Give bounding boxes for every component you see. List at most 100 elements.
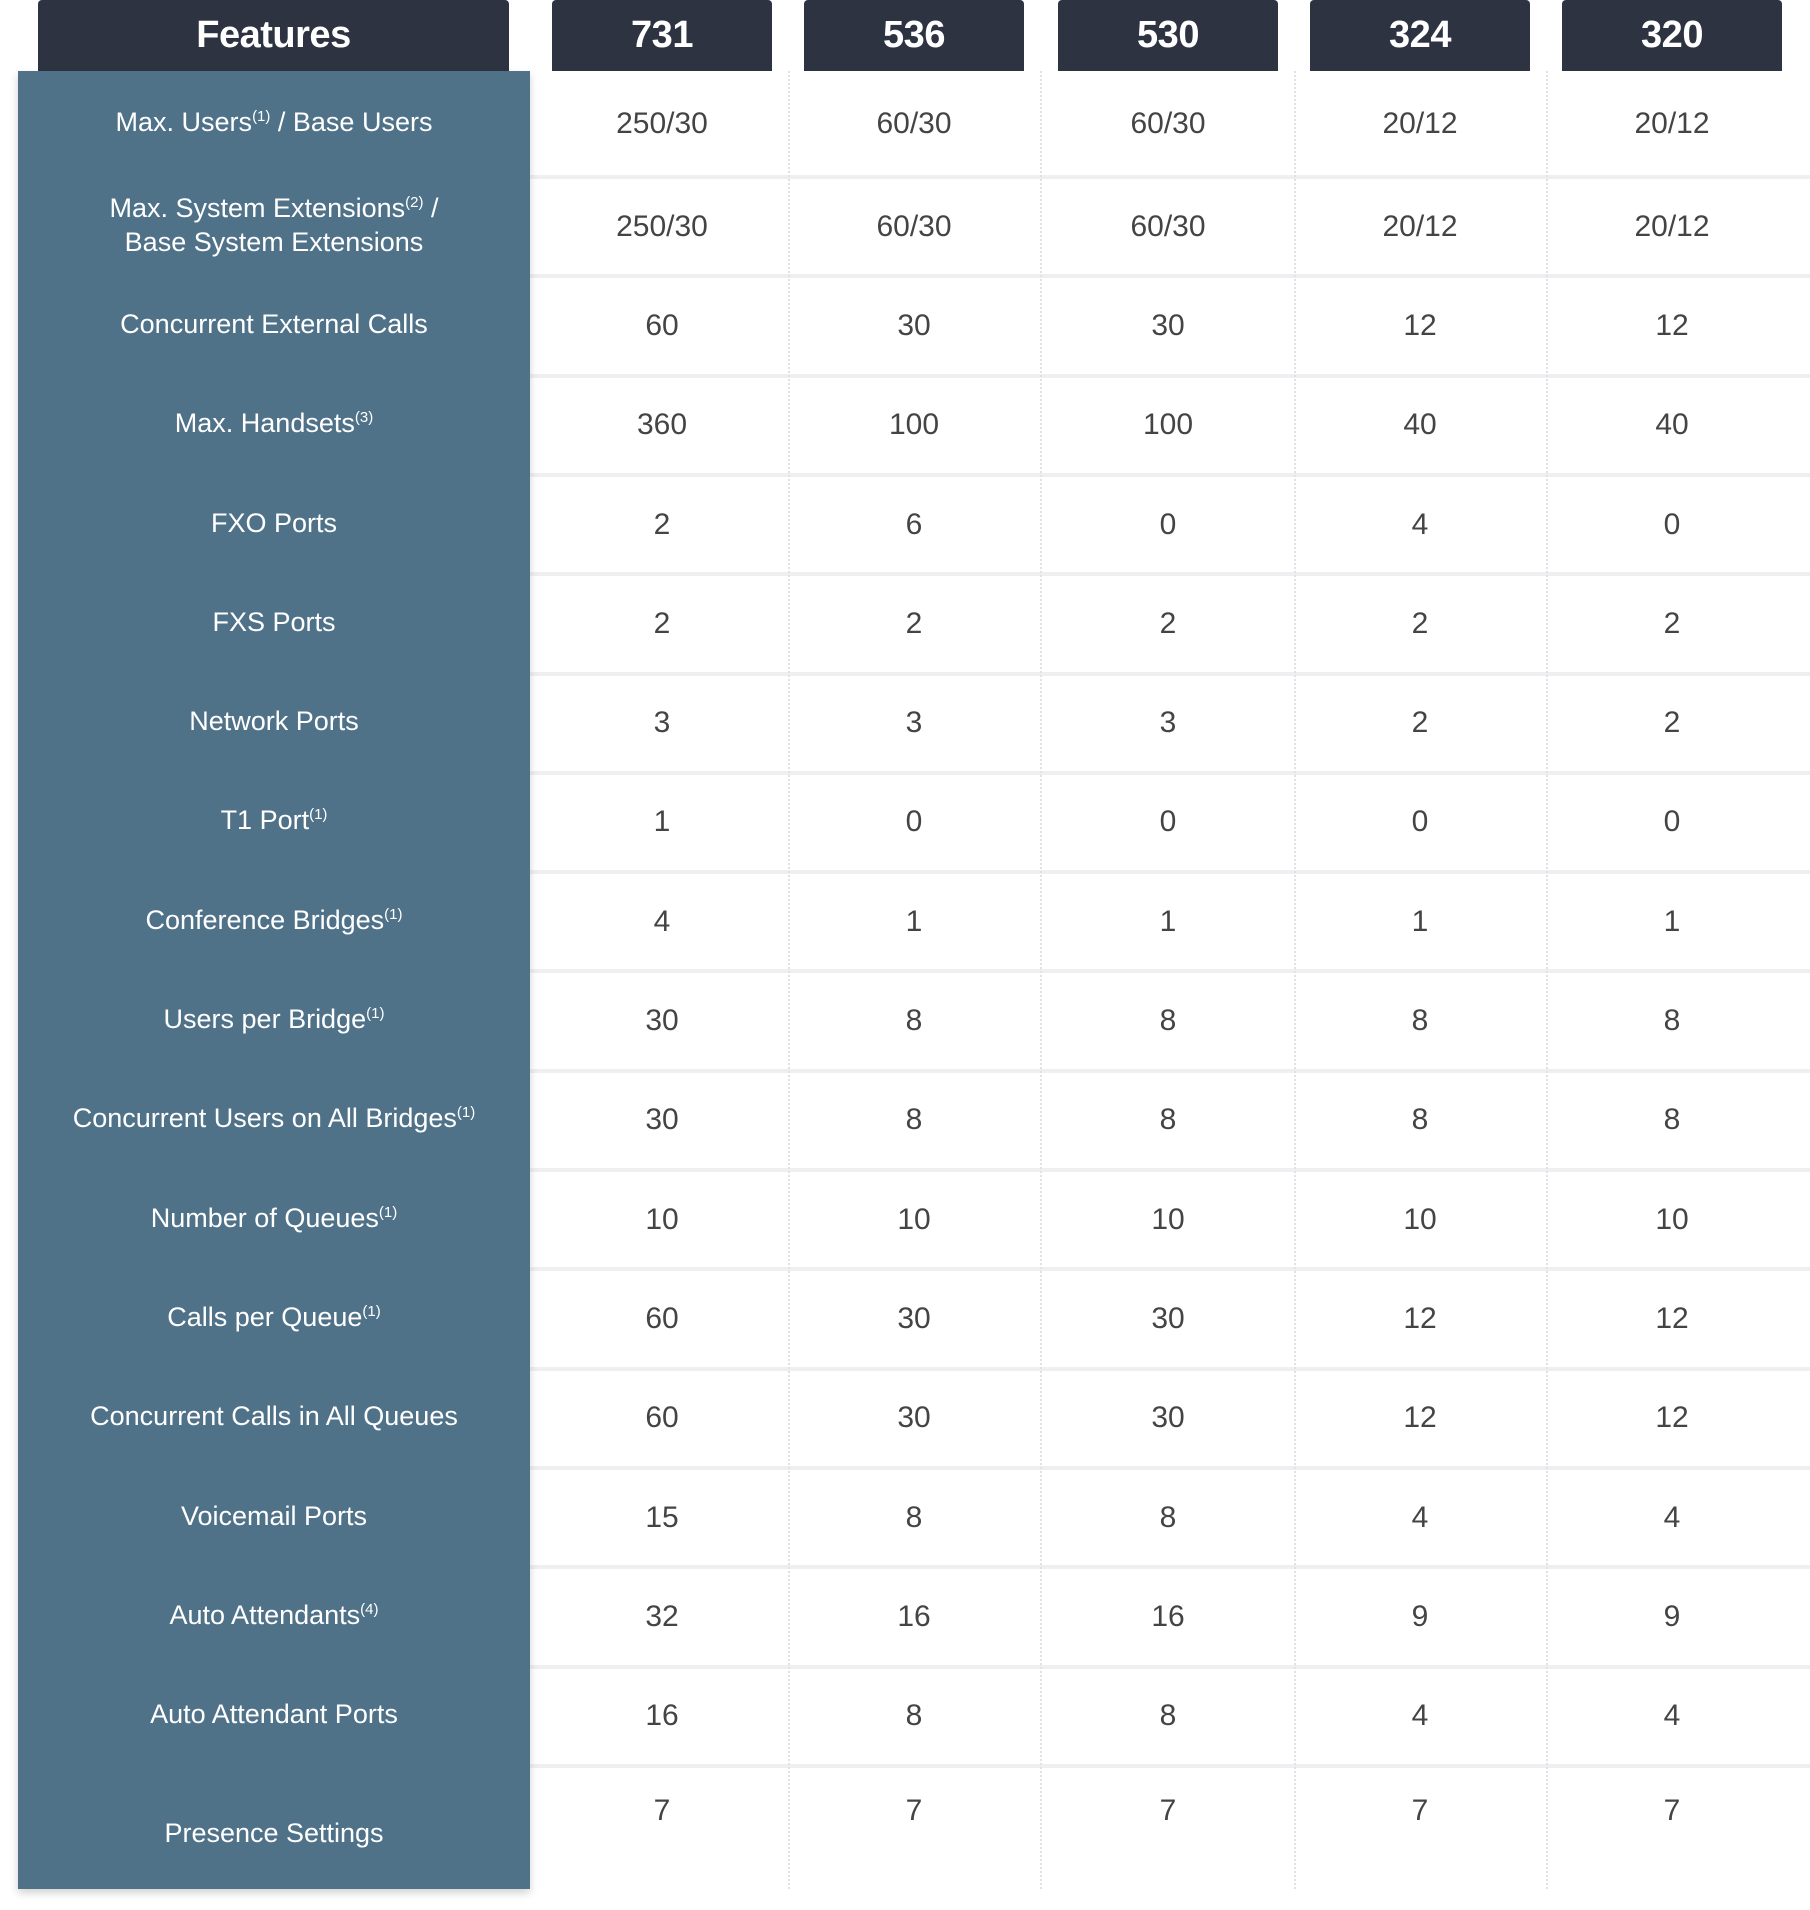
value-cell: 9 (1411, 1599, 1429, 1633)
value-cell: 250/30 (616, 209, 708, 243)
value-cell: 30 (897, 308, 931, 342)
value-cell: 3 (653, 706, 671, 740)
value-cell: 60/30 (876, 107, 952, 140)
feature-name: Conference Bridges (145, 904, 385, 935)
value-cell: 10 (1151, 1202, 1185, 1236)
value-cell: 30 (1151, 1401, 1185, 1435)
value-cell: 7 (1663, 1793, 1681, 1827)
value-cell: 12 (1655, 1401, 1689, 1435)
value-cell: 60/30 (876, 209, 952, 243)
value-cell: 16 (1151, 1599, 1185, 1633)
value-cell: 2 (905, 606, 923, 640)
value-cell: 30 (645, 1004, 679, 1038)
feature-label: Auto Attendants(4) (18, 1565, 530, 1664)
feature-name: Network Ports (189, 706, 359, 737)
feature-name-suffix: / Base Users (270, 107, 433, 137)
value-cell: 15 (645, 1500, 679, 1534)
value-cell: 4 (1411, 1500, 1429, 1534)
value-cell: 30 (645, 1103, 679, 1137)
value-cell: 2 (1663, 606, 1681, 640)
row-separator (530, 1168, 1810, 1172)
row-separator (530, 1366, 1810, 1371)
row-separator (530, 1565, 1810, 1570)
row-separator (530, 572, 1810, 577)
feature-name: Auto Attendant Ports (150, 1699, 398, 1730)
footnote-marker: (1) (456, 1104, 476, 1122)
value-cell: 60 (645, 1401, 679, 1435)
value-cell: 8 (1159, 1103, 1177, 1137)
value-cell: 1 (1411, 904, 1429, 938)
feature-name: T1 Port (220, 805, 310, 836)
feature-label: Concurrent External Calls (18, 274, 530, 373)
value-cell: 8 (905, 1500, 923, 1534)
value-cell: 0 (1663, 507, 1681, 541)
value-cell: 4 (1663, 1699, 1681, 1733)
value-cell: 8 (1159, 1699, 1177, 1733)
row-separator (530, 1068, 1810, 1073)
value-cell: 7 (905, 1793, 923, 1827)
value-cell: 100 (888, 408, 940, 442)
value-cell: 10 (645, 1202, 679, 1236)
value-cell: 0 (1159, 805, 1177, 839)
feature-panel: Max. Users(1) / Base Users Max. System Ex… (18, 71, 530, 1889)
value-cell: 12 (1403, 308, 1437, 342)
value-cell: 8 (905, 1699, 923, 1733)
feature-name: FXO Ports (210, 507, 338, 538)
row-separator (530, 1465, 1810, 1470)
value-cell: 7 (1159, 1793, 1177, 1827)
value-cell: 2 (1663, 706, 1681, 740)
header-model-731: 731 (552, 0, 772, 71)
feature-name: Concurrent External Calls (120, 308, 428, 339)
value-cell: 60 (645, 308, 679, 342)
value-cell: 32 (645, 1599, 679, 1633)
row-separator (530, 870, 1810, 875)
value-cell: 30 (897, 1401, 931, 1435)
row-separator (530, 472, 1810, 477)
value-cell: 250/30 (616, 107, 708, 140)
feature-label: Auto Attendant Ports (18, 1665, 530, 1764)
value-cell: 0 (1411, 805, 1429, 839)
header-features: Features (38, 0, 509, 71)
row-separator (530, 274, 1810, 279)
row-separator (530, 969, 1810, 974)
feature-name: Max. Users (115, 107, 253, 137)
value-cell: 2 (1159, 606, 1177, 640)
value-cell: 4 (1411, 507, 1429, 541)
row-separator (530, 770, 1810, 775)
value-cell: 60/30 (1130, 107, 1206, 140)
row-separator (530, 1763, 1810, 1768)
value-cell: 8 (1159, 1500, 1177, 1534)
value-cell: 4 (1411, 1699, 1429, 1733)
footnote-marker: (1) (252, 108, 271, 125)
feature-name: FXS Ports (212, 606, 336, 637)
feature-name: Voicemail Ports (180, 1500, 368, 1531)
feature-name: Calls per Queue (167, 1301, 363, 1332)
feature-name: Concurrent Calls in All Queues (90, 1401, 458, 1432)
value-cell: 3 (1159, 706, 1177, 740)
feature-label: Conference Bridges(1) (18, 870, 530, 969)
value-cell: 40 (1403, 408, 1437, 442)
value-cell: 100 (1142, 408, 1194, 442)
row-separator (530, 1664, 1810, 1669)
value-cell: 1 (653, 805, 671, 839)
feature-name: Number of Queues (150, 1202, 379, 1233)
feature-label: FXS Ports (18, 572, 530, 671)
value-cell: 1 (1159, 904, 1177, 938)
feature-name: Max. System Extensions (109, 192, 406, 223)
value-cell: 9 (1663, 1599, 1681, 1633)
value-cell: 30 (1151, 308, 1185, 342)
value-cell: 8 (1663, 1004, 1681, 1038)
value-cell: 8 (1159, 1004, 1177, 1038)
value-cell: 8 (1663, 1103, 1681, 1137)
footnote-marker: (2) (405, 193, 424, 211)
value-cell: 0 (1663, 805, 1681, 839)
feature-label: Network Ports (18, 672, 530, 771)
header-model-536: 536 (804, 0, 1024, 71)
feature-name: Presence Settings (164, 1818, 384, 1849)
value-cell: 10 (897, 1202, 931, 1236)
value-cell: 60 (645, 1301, 679, 1335)
footnote-marker: (1) (384, 905, 403, 923)
value-cell: 0 (1159, 507, 1177, 541)
value-cell: 6 (905, 507, 923, 541)
footnote-marker: (1) (309, 806, 328, 824)
